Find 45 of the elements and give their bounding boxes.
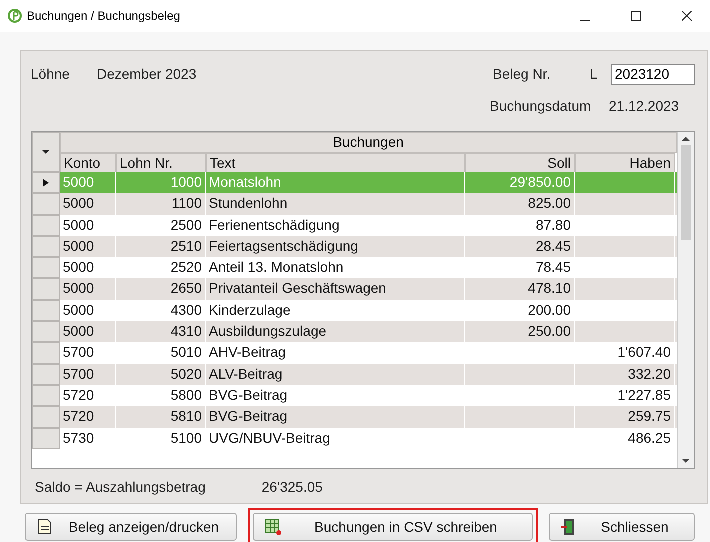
table-cell: UVG/NBUV-Beitrag (206, 428, 465, 449)
table-row[interactable]: 5720 5800 BVG-Beitrag 1'227.85 (32, 384, 677, 406)
table-row[interactable]: 5000 4310 Ausbildungszulage 250.00 (32, 321, 677, 342)
table-row[interactable]: 5000 2500 Ferienentschädigung 87.80 (32, 214, 677, 236)
app-logo-icon (8, 9, 22, 23)
table-row[interactable]: 5000 2520 Anteil 13. Monatslohn 78.45 (32, 257, 677, 278)
dropdown-arrow-icon[interactable] (42, 150, 50, 154)
table-row[interactable]: 5000 2510 Feiertagsentschädigung 28.45 (32, 236, 677, 258)
scrollbar[interactable] (677, 132, 694, 468)
spreadsheet-icon (264, 518, 282, 536)
table-row[interactable]: 5000 2650 Privatanteil Geschäftswagen 478.10 (32, 278, 677, 300)
table-cell: 5730 (60, 428, 116, 449)
column-header[interactable]: Haben (575, 153, 675, 174)
table-row[interactable]: 5700 5020 ALV-Beitrag 332.20 (32, 364, 677, 385)
row-pointer-icon (43, 178, 49, 187)
maximize-icon[interactable] (631, 10, 641, 20)
action-button[interactable]: Beleg anzeigen/drucken (25, 513, 237, 541)
table-row[interactable]: 5000 1100 Stundenlohn 825.00 (32, 193, 677, 215)
scrollbar-thumb[interactable] (681, 145, 691, 240)
table-row[interactable]: 5730 5100 UVG/NBUV-Beitrag 486.25 (32, 428, 677, 449)
period-text: Dezember 2023 (97, 66, 198, 82)
column-header[interactable]: Text (206, 153, 465, 174)
date-value: 21.12.2023 (609, 98, 680, 114)
column-header[interactable]: Konto (60, 153, 116, 174)
document-icon (36, 518, 54, 536)
scroll-down-icon[interactable] (682, 459, 690, 463)
column-header[interactable]: Lohn Nr. (116, 153, 206, 174)
beleg-prefix: L (590, 66, 599, 82)
action-button[interactable]: Buchungen in CSV schreiben (253, 513, 533, 541)
row-selector[interactable] (32, 172, 60, 194)
table-cell: 5100 (116, 428, 206, 449)
table-title: Buchungen (60, 132, 677, 153)
beleg-label: Beleg Nr. (493, 66, 552, 82)
window-title: Buchungen / Buchungsbeleg (27, 9, 182, 23)
scroll-up-icon[interactable] (682, 137, 690, 141)
date-label: Buchungsdatum (490, 98, 592, 114)
beleg-input-field[interactable]: 2023120 (611, 64, 695, 84)
column-header[interactable]: Soll (465, 153, 575, 174)
action-button[interactable]: Schliessen (549, 513, 695, 541)
saldo-value: 26'325.05 (262, 479, 323, 495)
saldo-label: Saldo = Auszahlungsbetrag (35, 479, 206, 495)
table-row[interactable]: 5720 5810 BVG-Beitrag 259.75 (32, 406, 677, 428)
close-icon[interactable] (682, 10, 692, 20)
table-cell: 486.25 (575, 428, 675, 449)
category-label: Löhne (31, 66, 71, 82)
